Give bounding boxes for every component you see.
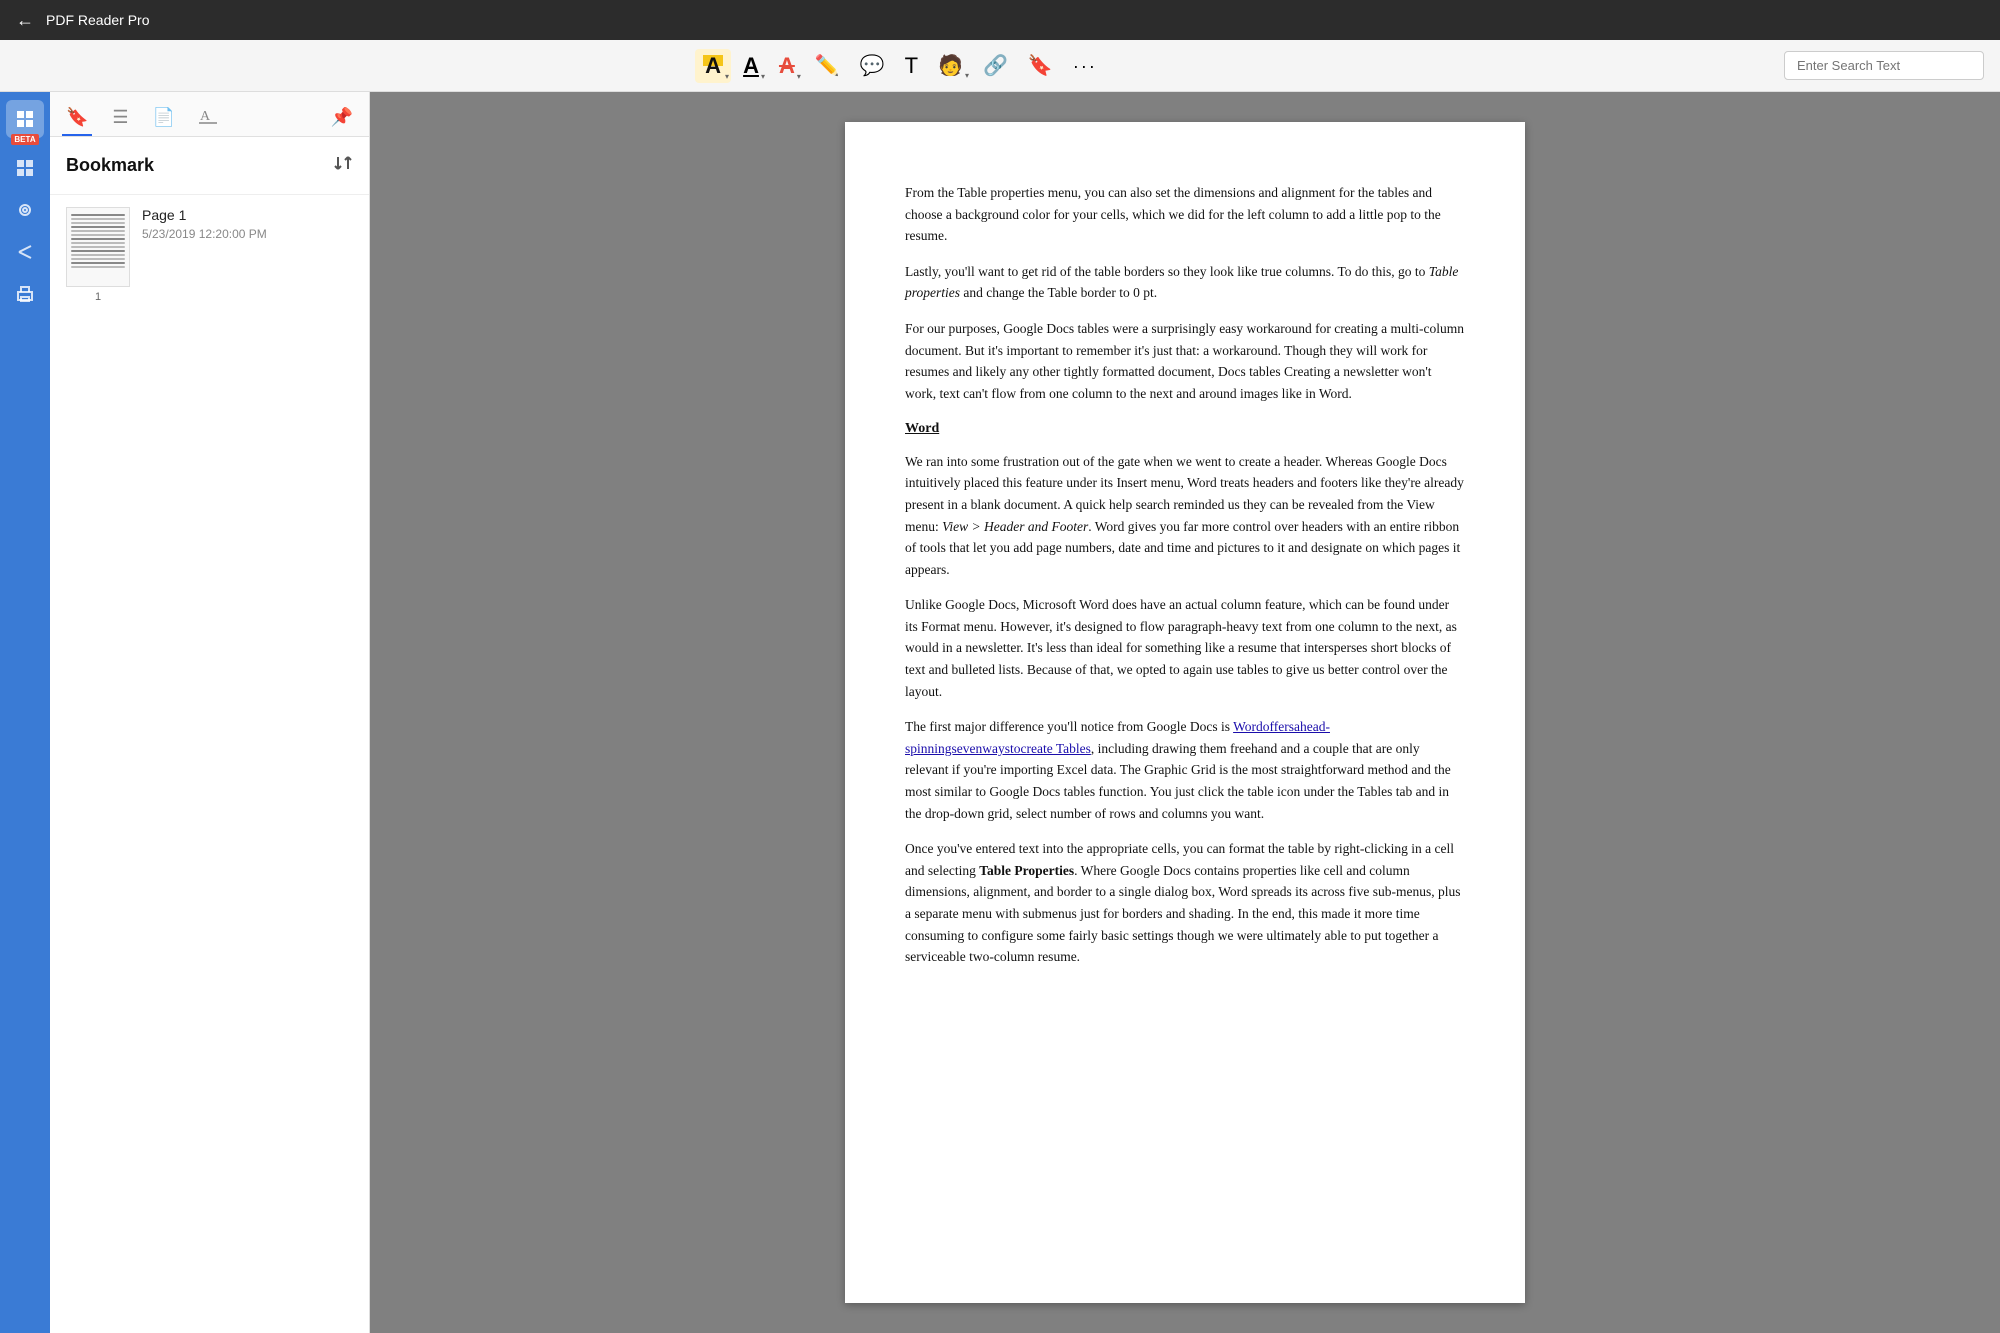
sidebar-share-button[interactable] xyxy=(6,233,44,271)
app-title: PDF Reader Pro xyxy=(46,12,149,28)
tab-page[interactable]: 📄 xyxy=(149,101,179,136)
pdf-para-4: We ran into some frustration out of the … xyxy=(905,451,1465,581)
bookmark-item[interactable]: 1 Page 1 5/23/2019 12:20:00 PM xyxy=(50,195,369,315)
toolbar: A ▾ A ▾ A ▾ ✏️ 💬 T 🧑 ▾ 🔗 xyxy=(0,40,2000,92)
highlight-arrow: ▾ xyxy=(725,72,729,81)
stamp-arrow: ▾ xyxy=(965,71,969,80)
pdf-viewer[interactable]: From the Table properties menu, you can … xyxy=(370,92,2000,1333)
text-tool[interactable]: T xyxy=(897,49,926,83)
sidebar-scan-button[interactable] xyxy=(6,191,44,229)
comment-tool[interactable]: 💬 xyxy=(852,50,893,82)
tab-pin[interactable]: 📌 xyxy=(327,101,357,136)
comment-icon: 💬 xyxy=(860,56,885,76)
pdf-content: From the Table properties menu, you can … xyxy=(905,182,1465,968)
underline-tool[interactable]: A ▾ xyxy=(735,49,767,83)
panel-header: Bookmark xyxy=(50,137,369,195)
sidebar-beta-button[interactable] xyxy=(6,100,44,138)
highlight-tool[interactable]: A ▾ xyxy=(695,49,731,83)
stamp-tool[interactable]: 🧑 ▾ xyxy=(930,50,971,82)
sidebar-grid-button[interactable] xyxy=(6,149,44,187)
bookmark-info: Page 1 5/23/2019 12:20:00 PM xyxy=(142,207,353,303)
svg-text:A: A xyxy=(200,109,211,124)
word-link[interactable]: Wordoffersahead-spinningsevenwaystocreat… xyxy=(905,719,1330,756)
pdf-para-2: Lastly, you'll want to get rid of the ta… xyxy=(905,261,1465,304)
title-bar: ← PDF Reader Pro xyxy=(0,0,2000,40)
sidebar-icons: BETA xyxy=(0,92,50,1333)
strikethrough-arrow: ▾ xyxy=(797,72,801,81)
beta-badge: BETA xyxy=(11,134,38,145)
bookmark-page-number: 1 xyxy=(95,291,101,303)
strikethrough-icon: A xyxy=(779,55,795,77)
more-tool[interactable]: ··· xyxy=(1065,51,1105,81)
stamp-icon: 🧑 xyxy=(938,56,963,76)
link-icon: 🔗 xyxy=(983,56,1008,76)
toolbar-tools: A ▾ A ▾ A ▾ ✏️ 💬 T 🧑 ▾ 🔗 xyxy=(16,49,1784,83)
panel-tabs: 🔖 ☰ 📄 A 📌 xyxy=(50,92,369,137)
underline-arrow: ▾ xyxy=(761,72,765,81)
tab-text[interactable]: A xyxy=(195,100,221,137)
bookmark-tool[interactable]: 🔖 xyxy=(1020,50,1061,82)
pdf-para-5: Unlike Google Docs, Microsoft Word does … xyxy=(905,594,1465,702)
draw-tool[interactable]: ✏️ xyxy=(807,50,848,82)
underline-icon: A xyxy=(743,55,759,77)
tab-bookmark[interactable]: 🔖 xyxy=(62,101,92,136)
pdf-para-7: Once you've entered text into the approp… xyxy=(905,838,1465,968)
pdf-para-6: The first major difference you'll notice… xyxy=(905,716,1465,824)
main-content: BETA 🔖 ☰ 📄 A 📌 Bookmark xyxy=(0,92,2000,1333)
bookmark-thumbnail xyxy=(66,207,130,287)
pencil-icon: ✏️ xyxy=(815,56,840,76)
bookmark-page-label: Page 1 xyxy=(142,207,353,223)
bookmark-date: 5/23/2019 12:20:00 PM xyxy=(142,227,353,241)
pdf-para-1: From the Table properties menu, you can … xyxy=(905,182,1465,247)
link-tool[interactable]: 🔗 xyxy=(975,50,1016,82)
highlight-icon: A xyxy=(703,55,723,77)
search-input[interactable] xyxy=(1784,51,1984,80)
tab-list[interactable]: ☰ xyxy=(108,101,132,136)
pdf-section-word: Word xyxy=(905,418,1465,440)
back-button[interactable]: ← xyxy=(16,10,34,31)
strikethrough-tool[interactable]: A ▾ xyxy=(771,49,803,83)
text-icon: T xyxy=(905,55,918,77)
sidebar-print-button[interactable] xyxy=(6,275,44,313)
pdf-para-3: For our purposes, Google Docs tables wer… xyxy=(905,318,1465,404)
bookmark-panel: 🔖 ☰ 📄 A 📌 Bookmark xyxy=(50,92,370,1333)
panel-title: Bookmark xyxy=(66,155,154,176)
pdf-page: From the Table properties menu, you can … xyxy=(845,122,1525,1303)
bookmark-icon: 🔖 xyxy=(1028,56,1053,76)
sort-button[interactable] xyxy=(333,153,353,178)
more-icon: ··· xyxy=(1073,57,1097,75)
